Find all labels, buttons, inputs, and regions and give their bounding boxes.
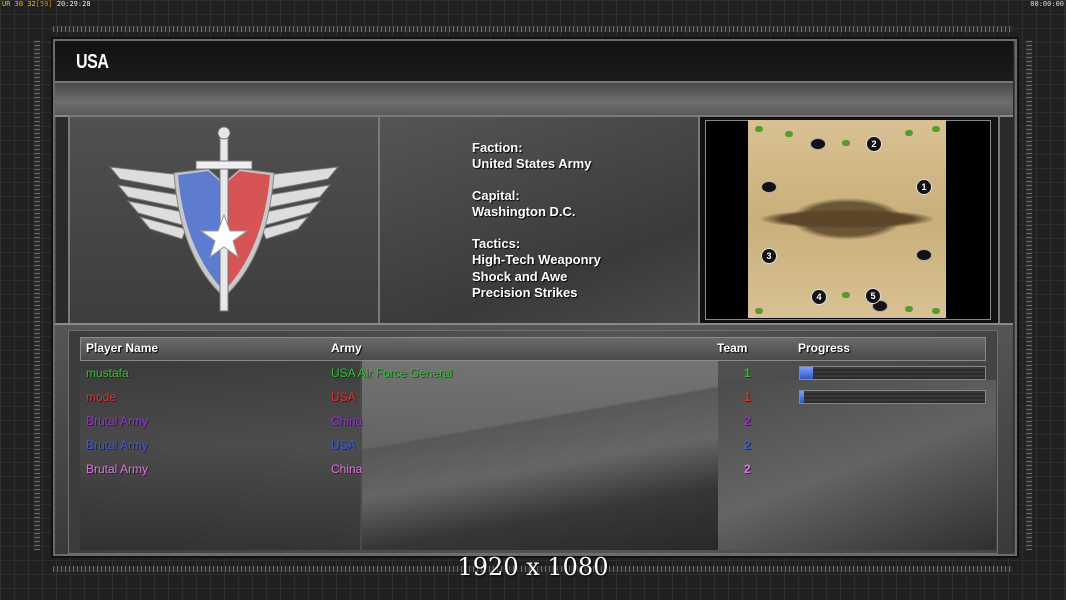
capital-label: Capital:	[472, 188, 520, 203]
status-left-a: UR 30	[2, 0, 24, 8]
army-cell: China	[331, 462, 363, 476]
tactics-label: Tactics:	[472, 236, 521, 251]
title-bar	[55, 41, 1013, 83]
player-name-cell: Brutal Army	[86, 438, 149, 452]
start-position-marker: 3	[761, 248, 777, 264]
resolution-label: 1920 x 1080	[457, 553, 609, 581]
tactic-item: Precision Strikes	[472, 285, 578, 300]
map-supply-spot	[761, 181, 777, 193]
sky-banner	[55, 83, 1013, 117]
status-left-time: 20:29:28	[56, 0, 91, 8]
header-progress: Progress	[798, 341, 851, 355]
left-rail	[34, 40, 40, 550]
team-cell: 2	[744, 462, 751, 476]
status-overlay: UR 30 32[59] 20:29:28 00:00:00	[0, 0, 1066, 10]
progress-bar	[799, 390, 986, 404]
faction-title: USA	[76, 51, 109, 73]
start-position-marker: 5	[865, 288, 881, 304]
army-cell: USA	[331, 390, 356, 404]
team-cell: 2	[744, 414, 751, 428]
team-cell: 1	[744, 366, 751, 380]
header-team: Team	[717, 341, 748, 355]
status-right-time: 00:00:00	[1030, 0, 1064, 8]
map-supply-spot	[916, 249, 932, 261]
capital-value: Washington D.C.	[472, 204, 576, 219]
map-tree-icon	[755, 308, 763, 314]
progress-fill	[800, 391, 804, 403]
army-cell: USA Air Force General	[331, 366, 453, 380]
map-tree-icon	[842, 292, 850, 298]
map-tree-icon	[785, 131, 793, 137]
tank-artwork-left	[80, 360, 360, 550]
map-tree-icon	[932, 308, 940, 314]
map-tree-icon	[905, 306, 913, 312]
usa-faction-emblem-icon	[108, 126, 340, 312]
map-supply-spot	[810, 138, 826, 150]
player-name-cell: mustafa	[86, 366, 129, 380]
start-position-marker: 2	[866, 136, 882, 152]
army-cell: USA	[331, 438, 356, 452]
map-tree-icon	[905, 130, 913, 136]
faction-logo-panel	[68, 115, 380, 325]
map-river	[748, 205, 946, 233]
progress-bar	[799, 366, 986, 380]
team-cell: 2	[744, 438, 751, 452]
faction-label: Faction:	[472, 140, 523, 155]
right-rail	[1026, 40, 1032, 550]
players-table-header	[80, 337, 986, 361]
player-name-cell: Brutal Army	[86, 462, 149, 476]
header-army: Army	[331, 341, 362, 355]
tactic-item: High-Tech Weaponry	[472, 252, 601, 267]
player-name-cell: mode	[86, 390, 117, 404]
team-cell: 1	[744, 390, 751, 404]
start-position-marker: 4	[811, 289, 827, 305]
status-left-c: [59]	[35, 0, 53, 8]
faction-value: United States Army	[472, 156, 592, 171]
map-tree-icon	[755, 126, 763, 132]
map-tree-icon	[842, 140, 850, 146]
tactic-item: Shock and Awe	[472, 269, 568, 284]
player-name-cell: Brutal Army	[86, 414, 149, 428]
tank-artwork-right	[718, 380, 996, 550]
status-left-b: 32	[27, 0, 36, 8]
header-player-name: Player Name	[86, 341, 159, 355]
tank-artwork-center	[362, 360, 718, 550]
top-rail	[53, 26, 1013, 32]
army-cell: China	[331, 414, 363, 428]
progress-fill	[800, 367, 813, 379]
start-position-marker: 1	[916, 179, 932, 195]
map-tree-icon	[932, 126, 940, 132]
